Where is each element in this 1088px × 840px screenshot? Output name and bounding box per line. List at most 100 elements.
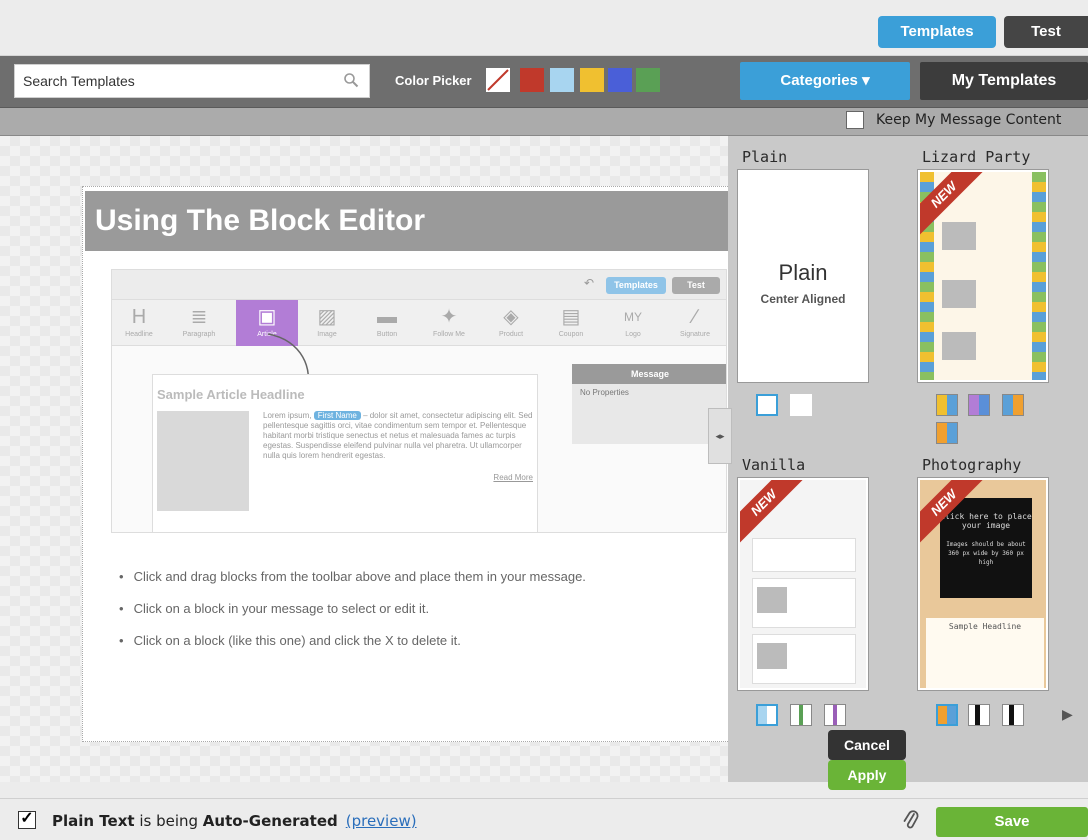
lizard-color-option-3[interactable] <box>1002 394 1024 416</box>
tool-headline: H Headline <box>112 300 166 346</box>
keep-content-bar: Keep My Message Content <box>0 108 1088 136</box>
color-swatch-blue[interactable] <box>608 68 632 92</box>
message-block[interactable]: Using The Block Editor ↶ Templates Test … <box>82 186 729 742</box>
logo-icon: MY <box>624 310 642 324</box>
instruction-bullet: Click on a block in your message to sele… <box>119 601 430 616</box>
template-name-photography: Photography <box>922 456 1022 474</box>
lizard-color-option-4[interactable] <box>936 422 958 444</box>
vanilla-article <box>752 538 856 572</box>
preview-link[interactable]: (preview) <box>346 812 417 830</box>
button-icon: ▬ <box>377 306 397 328</box>
template-toolbar: Color Picker Categories ▾ My Templates <box>0 56 1088 108</box>
lizard-article-image <box>942 222 976 250</box>
photo-note-text: Images should be about 360 px wide by 36… <box>946 541 1026 566</box>
plain-color-option-white[interactable] <box>790 394 812 416</box>
paragraph-icon: ≣ <box>190 306 208 328</box>
template-name-lizard-party: Lizard Party <box>922 148 1031 166</box>
photo-text-area: Sample Headline <box>926 618 1044 688</box>
tool-product: ◈ Product <box>484 300 538 346</box>
save-button[interactable]: Save <box>936 807 1088 837</box>
tool-logo: MY Logo <box>606 300 660 346</box>
template-thumb-lizard-party[interactable]: NEW <box>918 170 1048 382</box>
photo-color-option-3[interactable] <box>1002 704 1024 726</box>
preview-block-toolbar: H Headline ≣ Paragraph ▣ Article ▨ Image ▬ Bu… <box>112 300 726 346</box>
template-thumb-photography[interactable]: Click here to place your image Images sho… <box>918 478 1048 690</box>
tool-follow-me: ✦ Follow Me <box>422 300 476 346</box>
vanilla-article <box>752 634 856 684</box>
editor-canvas: Using The Block Editor ↶ Templates Test … <box>0 136 729 782</box>
photo-placeholder: Click here to place your image Images sho… <box>940 498 1032 598</box>
vanilla-article-image <box>757 643 787 669</box>
template-name-plain: Plain <box>742 148 788 166</box>
editor-preview-image: ↶ Templates Test H Headline ≣ Paragraph ▣ A… <box>111 269 727 533</box>
color-swatch-lightblue[interactable] <box>550 68 574 92</box>
plain-text-status: Plain Text is being Auto-Generated (previ… <box>52 812 417 830</box>
lizard-article-image <box>942 332 976 360</box>
twitter-bird-icon: ✦ <box>440 306 458 328</box>
photo-color-option-2[interactable] <box>968 704 990 726</box>
lizard-color-option-1[interactable] <box>936 394 958 416</box>
preview-message-body: No Properties <box>580 388 629 397</box>
tag-icon: ◈ <box>503 306 519 328</box>
preview-article-body: Lorem ipsum, First Name – dolor sit amet… <box>263 411 533 460</box>
keep-content-label: Keep My Message Content <box>876 112 1062 128</box>
vanilla-color-option-2[interactable] <box>790 704 812 726</box>
coupon-icon: ▤ <box>561 306 581 328</box>
photo-click-text: Click here to place your image <box>940 512 1032 530</box>
paperclip-icon[interactable] <box>902 809 920 831</box>
instruction-bullet: Click and drag blocks from the toolbar a… <box>119 569 586 584</box>
my-templates-button[interactable]: My Templates <box>920 62 1088 100</box>
test-tab[interactable]: Test <box>1004 16 1088 48</box>
bottom-bar: ✓ Plain Text is being Auto-Generated (pre… <box>0 798 1088 840</box>
resize-arrows-icon: ◂▸ <box>715 431 725 441</box>
top-bar: Templates Test <box>0 0 1088 56</box>
first-name-tag: First Name <box>313 411 361 420</box>
tool-button: ▬ Button <box>360 300 414 346</box>
tool-signature: ∕ Signature <box>668 300 722 346</box>
cancel-button[interactable]: Cancel <box>828 730 906 760</box>
preview-templates-tab: Templates <box>606 277 666 294</box>
search-icon[interactable] <box>343 72 359 88</box>
lizard-article-image <box>942 280 976 308</box>
headline-icon: H <box>131 306 147 328</box>
vanilla-article-image <box>757 587 787 613</box>
template-thumb-vanilla[interactable]: NEW <box>738 478 868 690</box>
preview-topbar: ↶ Templates Test <box>112 270 726 300</box>
panel-resize-handle[interactable]: ◂▸ <box>708 408 732 464</box>
color-swatch-red[interactable] <box>520 68 544 92</box>
keep-content-checkbox[interactable] <box>846 111 864 129</box>
preview-article-headline: Sample Article Headline <box>157 387 305 402</box>
lizard-color-option-2[interactable] <box>968 394 990 416</box>
categories-dropdown[interactable]: Categories ▾ <box>740 62 910 100</box>
undo-icon: ↶ <box>584 276 595 290</box>
template-panel: Plain Lizard Party Plain Center Aligned … <box>728 136 1088 782</box>
preview-message-panel: Message No Properties <box>572 364 726 444</box>
instruction-bullet: Click on a block (like this one) and cli… <box>119 633 461 648</box>
image-icon: ▨ <box>317 306 337 328</box>
photo-headline: Sample Headline <box>948 622 1022 631</box>
plain-text-checkbox[interactable]: ✓ <box>18 811 36 829</box>
preview-read-more: Read More <box>493 473 533 482</box>
apply-button[interactable]: Apply <box>828 760 906 790</box>
photo-color-option-1[interactable] <box>936 704 958 726</box>
lizard-border-right <box>1032 172 1046 380</box>
color-picker-label: Color Picker <box>395 73 472 88</box>
preview-article: Sample Article Headline Lorem ipsum, Fir… <box>152 374 538 532</box>
next-arrow-icon[interactable]: ▶ <box>1062 706 1073 723</box>
color-swatch-yellow[interactable] <box>580 68 604 92</box>
vanilla-color-option-3[interactable] <box>824 704 846 726</box>
search-input[interactable] <box>15 65 315 97</box>
tool-paragraph: ≣ Paragraph <box>172 300 226 346</box>
headline-block[interactable]: Using The Block Editor <box>85 191 729 251</box>
color-swatch-green[interactable] <box>636 68 660 92</box>
plain-color-option-white-outline[interactable] <box>756 394 778 416</box>
preview-test-tab: Test <box>672 277 720 294</box>
template-thumb-plain[interactable]: Plain Center Aligned <box>738 170 868 382</box>
vanilla-color-option-1[interactable] <box>756 704 778 726</box>
no-color-swatch[interactable] <box>486 68 510 92</box>
plain-thumb-subtitle: Center Aligned <box>760 292 846 306</box>
preview-article-image <box>157 411 249 511</box>
tool-coupon: ▤ Coupon <box>544 300 598 346</box>
templates-tab[interactable]: Templates <box>878 16 996 48</box>
article-icon: ▣ <box>257 306 277 328</box>
